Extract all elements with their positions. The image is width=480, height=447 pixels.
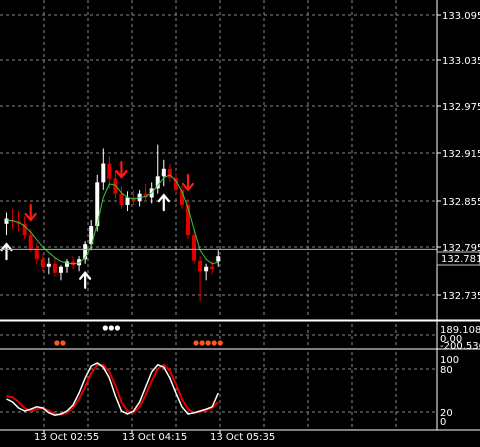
price-tick-label: 133.095 <box>442 11 480 22</box>
time-axis-label: 13 Oct 05:35 <box>210 432 275 443</box>
signal-dot <box>54 340 60 346</box>
signal-dot <box>114 325 120 331</box>
candle-body <box>107 163 112 179</box>
candle-body <box>161 168 166 177</box>
signal-dot <box>205 340 211 346</box>
candle-body <box>40 259 45 267</box>
price-tick-label: 132.735 <box>442 291 480 302</box>
candle-body <box>210 266 215 270</box>
price-tick-label: 133.035 <box>442 56 480 67</box>
stoch-level-label: 80 <box>440 365 453 376</box>
indicator-min-label: -200.536 <box>440 341 480 352</box>
candle-body <box>46 263 51 267</box>
time-axis-label: 13 Oct 04:15 <box>122 432 187 443</box>
chart-background <box>0 0 480 447</box>
candle-body <box>28 235 33 249</box>
candle-body <box>119 193 124 205</box>
candle-body <box>125 197 130 205</box>
candle-body <box>52 263 57 273</box>
stoch-level-label: 0 <box>440 417 446 428</box>
signal-dot <box>211 340 217 346</box>
signal-dot <box>199 340 205 346</box>
candle-body <box>34 248 39 260</box>
price-tick-label: 132.975 <box>442 102 480 113</box>
candle-body <box>216 256 221 262</box>
candle-body <box>204 266 209 272</box>
time-axis-label: 13 Oct 02:55 <box>34 432 99 443</box>
candle-body <box>198 260 203 272</box>
current-price-label: 132.781 <box>441 254 480 265</box>
candle-body <box>58 266 63 273</box>
trading-chart[interactable]: 133.095 133.035 132.975 132.915 132.855 … <box>0 0 480 447</box>
price-tick-label: 132.915 <box>442 149 480 160</box>
price-tick-label: 132.855 <box>442 197 480 208</box>
signal-dot <box>217 340 223 346</box>
signal-dot <box>102 325 108 331</box>
signal-dot <box>60 340 66 346</box>
signal-dot <box>108 325 114 331</box>
candle-body <box>192 235 197 261</box>
signal-dot <box>193 340 199 346</box>
candle-body <box>101 163 106 183</box>
candle-body <box>4 218 9 224</box>
